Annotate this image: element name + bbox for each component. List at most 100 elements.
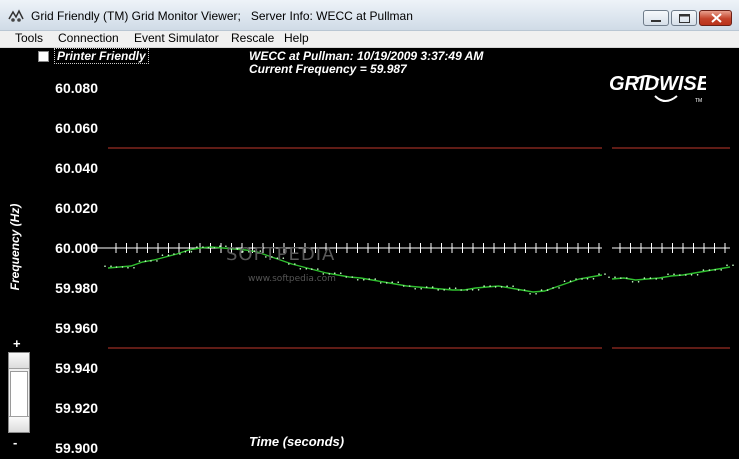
minimize-icon xyxy=(651,20,661,22)
sample-point xyxy=(144,260,147,262)
sample-point xyxy=(604,273,606,275)
sample-point xyxy=(649,277,652,279)
sample-point xyxy=(150,260,152,262)
menu-help[interactable]: Help xyxy=(284,31,309,46)
sample-point xyxy=(592,278,595,280)
sample-point xyxy=(425,286,428,288)
sample-point xyxy=(552,287,554,289)
sample-point xyxy=(575,278,577,280)
sample-point xyxy=(732,264,734,266)
sample-point xyxy=(133,267,135,269)
sample-point xyxy=(494,286,497,288)
zoom-in-button[interactable]: + xyxy=(13,336,21,351)
minimize-button[interactable] xyxy=(643,10,669,26)
sample-point xyxy=(351,276,354,278)
sample-point xyxy=(138,260,141,262)
sample-point xyxy=(608,276,610,278)
menu-tools[interactable]: Tools xyxy=(15,31,43,46)
maximize-icon xyxy=(679,14,690,23)
scroll-up-arrow[interactable] xyxy=(9,353,29,369)
y-tick-label: 59.920 xyxy=(55,400,98,416)
sample-point xyxy=(546,289,549,291)
sample-point xyxy=(517,289,520,291)
sample-point xyxy=(219,245,221,247)
sample-point xyxy=(643,277,646,279)
sample-point xyxy=(720,269,722,271)
sample-point xyxy=(535,293,537,295)
menu-bar: Tools Connection Event Simulator Rescale… xyxy=(0,31,739,48)
y-tick-label: 59.980 xyxy=(55,280,98,296)
watermark: SOFTPEDIA xyxy=(226,244,336,265)
y-tick-label: 59.940 xyxy=(55,360,98,376)
sample-point xyxy=(690,274,693,276)
zoom-out-button[interactable]: - xyxy=(13,435,17,450)
sample-point xyxy=(726,264,728,266)
sample-point xyxy=(448,287,451,289)
sample-point xyxy=(586,278,589,280)
sample-point xyxy=(305,268,308,270)
y-tick-label: 59.900 xyxy=(55,440,98,456)
menu-rescale[interactable]: Rescale xyxy=(231,31,274,46)
sample-point xyxy=(420,288,422,290)
sample-point xyxy=(161,254,164,256)
sample-point xyxy=(391,281,394,283)
sample-point xyxy=(127,267,129,269)
zoom-scrollbar[interactable] xyxy=(8,352,30,433)
sample-point xyxy=(540,289,543,291)
sample-point xyxy=(489,285,491,287)
sample-point xyxy=(213,247,216,249)
sample-point xyxy=(685,274,687,276)
sample-point xyxy=(299,268,302,270)
y-tick-label: 60.080 xyxy=(55,80,98,96)
sample-point xyxy=(702,269,705,271)
sample-point xyxy=(356,279,359,281)
scroll-down-arrow[interactable] xyxy=(9,416,29,432)
sample-point xyxy=(598,273,600,275)
sample-point xyxy=(385,282,388,284)
sample-point xyxy=(477,289,480,291)
sample-point xyxy=(121,266,124,268)
sample-point xyxy=(202,246,204,248)
sample-point xyxy=(631,281,634,283)
sample-point xyxy=(368,278,371,280)
sample-point xyxy=(316,268,319,270)
sample-point xyxy=(679,274,681,276)
sample-point xyxy=(626,277,628,279)
sample-point xyxy=(115,266,118,268)
sample-point xyxy=(655,278,657,280)
menu-connection[interactable]: Connection xyxy=(58,31,119,46)
x-axis-label: Time (seconds) xyxy=(249,434,345,449)
app-icon xyxy=(8,9,24,22)
maximize-button[interactable] xyxy=(671,10,697,26)
sample-point xyxy=(310,268,313,270)
sample-point xyxy=(104,265,106,267)
close-button[interactable] xyxy=(699,10,732,26)
y-tick-label: 60.040 xyxy=(55,160,98,176)
sample-point xyxy=(529,293,531,295)
sample-point xyxy=(714,269,716,271)
sample-point xyxy=(190,251,193,253)
sample-point xyxy=(345,276,348,278)
sample-point xyxy=(443,289,445,291)
sample-point xyxy=(500,286,503,288)
sample-point xyxy=(431,286,434,288)
y-tick-label: 60.060 xyxy=(55,120,98,136)
sample-point xyxy=(661,278,663,280)
sample-point xyxy=(454,287,457,289)
sample-point xyxy=(460,289,462,291)
menu-event-simulator[interactable]: Event Simulator xyxy=(134,31,219,46)
sample-point xyxy=(437,289,439,291)
sample-point xyxy=(696,274,699,276)
sample-point xyxy=(637,281,640,283)
sample-point xyxy=(466,289,468,291)
sample-point xyxy=(339,272,342,274)
sample-point xyxy=(506,285,508,287)
sample-point xyxy=(558,287,560,289)
sample-point xyxy=(483,285,485,287)
title-bar: Grid Friendly (TM) Grid Monitor Viewer; … xyxy=(0,0,739,31)
y-tick-label: 59.960 xyxy=(55,320,98,336)
sample-point xyxy=(397,281,400,283)
sample-point xyxy=(471,289,474,291)
sample-point xyxy=(184,251,187,253)
sample-point xyxy=(110,265,112,267)
